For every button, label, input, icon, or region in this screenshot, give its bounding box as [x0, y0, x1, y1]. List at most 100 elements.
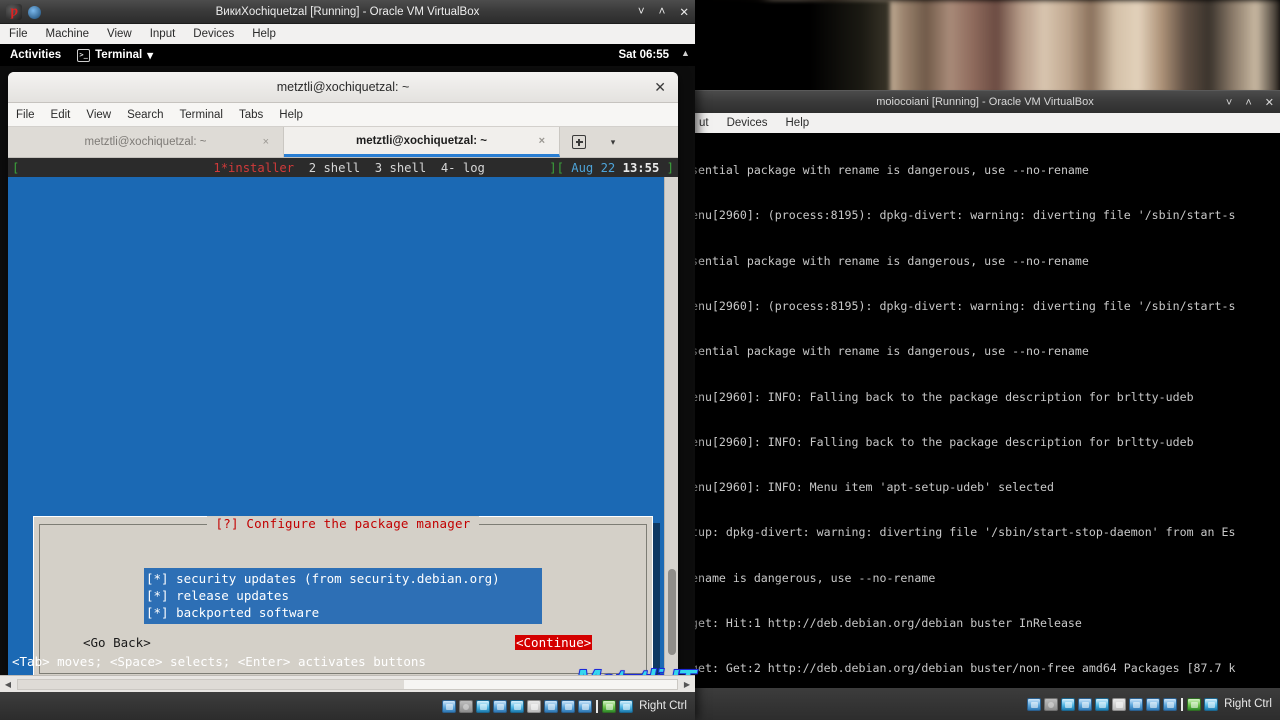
- virtualization-icon[interactable]: [578, 699, 593, 713]
- host-key-icon[interactable]: [1204, 697, 1219, 711]
- console-line: enu[2960]: (process:8195): dpkg-divert: …: [691, 299, 1236, 314]
- menu-item-view[interactable]: View: [98, 28, 141, 40]
- left-vm-host-key-label: Right Ctrl: [639, 700, 687, 712]
- left-vm-menubar[interactable]: File Machine View Input Devices Help: [0, 24, 695, 44]
- configure-package-manager-dialog[interactable]: [?] Configure the package manager [*] se…: [33, 516, 653, 675]
- audio-icon[interactable]: [1061, 697, 1076, 711]
- display-icon[interactable]: [1129, 697, 1144, 711]
- console-line: enu[2960]: (process:8195): dpkg-divert: …: [691, 208, 1236, 223]
- gnome-terminal-title: metztli@xochiquetzal: ~: [276, 80, 410, 94]
- hscroll-thumb[interactable]: [18, 679, 404, 689]
- menu-item-terminal[interactable]: Terminal: [172, 109, 231, 121]
- right-vm-statusbar: Right Ctrl: [690, 688, 1280, 720]
- menu-item-devices[interactable]: Devices: [718, 117, 777, 129]
- gnome-terminal-menubar[interactable]: File Edit View Search Terminal Tabs Help: [8, 103, 678, 127]
- right-vm-titlebar[interactable]: moiocoiani [Running] - Oracle VM Virtual…: [690, 90, 1280, 113]
- console-line: enu[2960]: INFO: Falling back to the pac…: [691, 434, 1194, 449]
- maximize-icon[interactable]: ˄: [1245, 97, 1251, 109]
- scroll-right-arrow[interactable]: ▶: [679, 680, 695, 689]
- left-vm-titlebar[interactable]: Ƿ ВикиXochiquetzal [Running] - Oracle VM…: [0, 0, 695, 24]
- mouse-integration-icon[interactable]: [602, 699, 617, 713]
- console-line: get: Hit:1 http://deb.debian.org/debian …: [691, 616, 1082, 630]
- right-vm-console-output: sential package with rename is dangerous…: [690, 133, 1280, 688]
- menu-item-view[interactable]: View: [78, 109, 119, 121]
- optical-disk-icon[interactable]: [1044, 697, 1059, 711]
- gnome-terminal-window[interactable]: metztli@xochiquetzal: ~ ✕ File Edit View…: [8, 72, 678, 675]
- recording-icon[interactable]: [1146, 697, 1161, 711]
- left-vm-window[interactable]: Ƿ ВикиXochiquetzal [Running] - Oracle VM…: [0, 0, 697, 720]
- chevron-down-icon: ▾: [610, 136, 616, 147]
- checkbox-backported-software[interactable]: [*] backported software: [144, 604, 542, 621]
- activities-button[interactable]: Activities: [0, 49, 61, 61]
- tmux-time-value: 13:55: [622, 160, 660, 175]
- close-icon[interactable]: ✕: [1265, 96, 1274, 109]
- menu-item-help[interactable]: Help: [271, 109, 311, 121]
- gnome-clock[interactable]: Sat 06:55: [618, 44, 669, 66]
- continue-button[interactable]: <Continue>: [515, 635, 593, 650]
- menu-item-edit[interactable]: Edit: [43, 109, 79, 121]
- menu-item-file[interactable]: File: [8, 109, 43, 121]
- menu-item-machine[interactable]: Machine: [37, 28, 98, 40]
- right-vm-menubar[interactable]: ut Devices Help: [690, 113, 1280, 133]
- shared-folders-icon[interactable]: [527, 699, 542, 713]
- hard-disk-icon[interactable]: [1027, 697, 1042, 711]
- console-line: enu[2960]: INFO: Falling back to the pac…: [691, 389, 1194, 404]
- left-vm-status-icons: [442, 699, 634, 713]
- tmux-windows-other[interactable]: 2 shell 3 shell 4- log: [294, 161, 485, 175]
- network-icon[interactable]: [1078, 697, 1093, 711]
- hscroll-track[interactable]: [17, 678, 678, 690]
- network-icon[interactable]: [493, 699, 508, 713]
- close-icon[interactable]: ✕: [654, 79, 666, 95]
- tmux-bracket-close: ]: [549, 160, 557, 175]
- menu-item-search[interactable]: Search: [119, 109, 171, 121]
- tmux-bracket-end: ]: [666, 160, 674, 175]
- shared-folders-icon[interactable]: [1112, 697, 1127, 711]
- dialog-title-text: [?] Configure the package manager: [206, 516, 480, 531]
- tmux-window-active[interactable]: 1*installer: [213, 161, 294, 175]
- vm-scroll-up-arrow[interactable]: ▲: [679, 46, 692, 60]
- tmux-status-line: [ 1*installer 2 shell 3 shell 4- log ][ …: [8, 158, 678, 177]
- optical-disk-icon[interactable]: [459, 699, 474, 713]
- terminal-scrollbar[interactable]: [664, 177, 678, 675]
- minimize-icon[interactable]: ˅: [638, 6, 645, 18]
- checkbox-release-updates[interactable]: [*] release updates: [144, 587, 542, 604]
- go-back-button[interactable]: <Go Back>: [83, 635, 151, 650]
- scrollbar-thumb[interactable]: [668, 569, 676, 655]
- vm-horizontal-scrollbar[interactable]: ◀ ▶: [0, 675, 695, 692]
- usb-icon[interactable]: [510, 699, 525, 713]
- menu-item-help[interactable]: Help: [243, 28, 285, 40]
- services-checkbox-list[interactable]: [*] security updates (from security.debi…: [144, 568, 542, 624]
- tab-list-button[interactable]: ▾: [598, 127, 628, 157]
- console-line: sential package with rename is dangerous…: [691, 163, 1089, 178]
- mouse-integration-icon[interactable]: [1187, 697, 1202, 711]
- checkbox-security-updates[interactable]: [*] security updates (from security.debi…: [144, 570, 542, 587]
- gnome-app-menu[interactable]: >_ Terminal ▾: [77, 48, 153, 62]
- menu-item-file[interactable]: File: [0, 28, 37, 40]
- audio-icon[interactable]: [476, 699, 491, 713]
- close-icon[interactable]: ✕: [679, 5, 689, 19]
- tmux-status-right: ][ Aug 22 13:55 ]: [549, 161, 674, 175]
- menu-item-input[interactable]: Input: [141, 28, 185, 40]
- installer-key-hints: <Tab> moves; <Space> selects; <Enter> ac…: [12, 654, 426, 669]
- tmux-date-value: Aug 22: [571, 160, 616, 175]
- display-icon[interactable]: [544, 699, 559, 713]
- virtualization-icon[interactable]: [1163, 697, 1178, 711]
- right-vm-window[interactable]: moiocoiani [Running] - Oracle VM Virtual…: [690, 0, 1280, 720]
- new-tab-button[interactable]: [560, 127, 598, 157]
- close-icon[interactable]: ×: [539, 135, 545, 147]
- gnome-terminal-titlebar[interactable]: metztli@xochiquetzal: ~ ✕: [8, 72, 678, 103]
- tmux-bracket-open: [: [556, 160, 564, 175]
- hard-disk-icon[interactable]: [442, 699, 457, 713]
- scroll-left-arrow[interactable]: ◀: [0, 680, 16, 689]
- chevron-down-icon[interactable]: ▾: [147, 48, 153, 62]
- usb-icon[interactable]: [1095, 697, 1110, 711]
- gnome-top-bar[interactable]: Activities >_ Terminal ▾ Sat 06:55: [0, 44, 695, 66]
- menu-item-tabs[interactable]: Tabs: [231, 109, 271, 121]
- debian-installer-screen[interactable]: [?] Configure the package manager [*] se…: [8, 177, 678, 675]
- recording-icon[interactable]: [561, 699, 576, 713]
- host-key-icon[interactable]: [619, 699, 634, 713]
- menu-item-help[interactable]: Help: [777, 117, 819, 129]
- menu-item-devices[interactable]: Devices: [184, 28, 243, 40]
- maximize-icon[interactable]: ˄: [659, 6, 666, 18]
- minimize-icon[interactable]: ˅: [1226, 97, 1232, 109]
